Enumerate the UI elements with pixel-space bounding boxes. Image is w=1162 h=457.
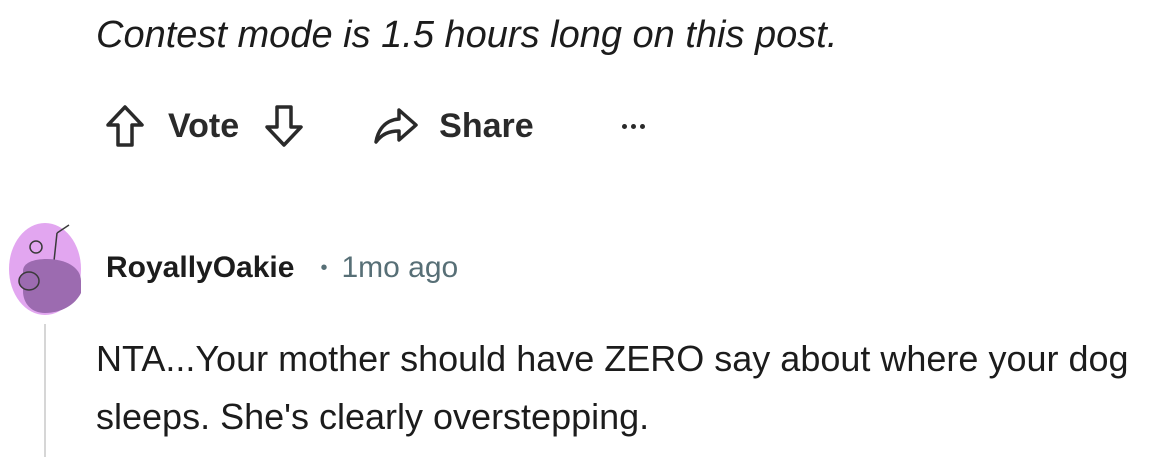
ellipsis-dot bbox=[630, 123, 636, 129]
arrow-up-outline-icon bbox=[106, 105, 144, 147]
comment-timestamp: 1mo ago bbox=[341, 251, 459, 284]
vote-control: Vote bbox=[104, 103, 305, 149]
downvote-button[interactable] bbox=[263, 103, 305, 149]
comment-meta: RoyallyOakie • 1mo ago bbox=[106, 251, 458, 285]
post-action-bar: Vote Share bbox=[104, 100, 645, 152]
upvote-button[interactable] bbox=[104, 103, 146, 149]
author-avatar[interactable] bbox=[9, 223, 81, 315]
ellipsis-dot bbox=[639, 123, 645, 129]
comment-author[interactable]: RoyallyOakie bbox=[106, 251, 294, 285]
share-arrow-icon bbox=[374, 108, 418, 144]
more-options-button[interactable] bbox=[621, 116, 645, 136]
share-button[interactable]: Share bbox=[373, 106, 534, 146]
snoo-avatar-icon bbox=[9, 223, 81, 315]
meta-separator: • bbox=[320, 256, 328, 279]
arrow-down-outline-icon bbox=[265, 105, 303, 147]
ellipsis-dot bbox=[621, 123, 627, 129]
share-label: Share bbox=[439, 106, 534, 145]
comment-thread-line[interactable] bbox=[44, 324, 46, 457]
vote-label: Vote bbox=[168, 106, 240, 145]
contest-mode-note: Contest mode is 1.5 hours long on this p… bbox=[96, 14, 838, 56]
comment-body: NTA...Your mother should have ZERO say a… bbox=[96, 338, 1129, 437]
